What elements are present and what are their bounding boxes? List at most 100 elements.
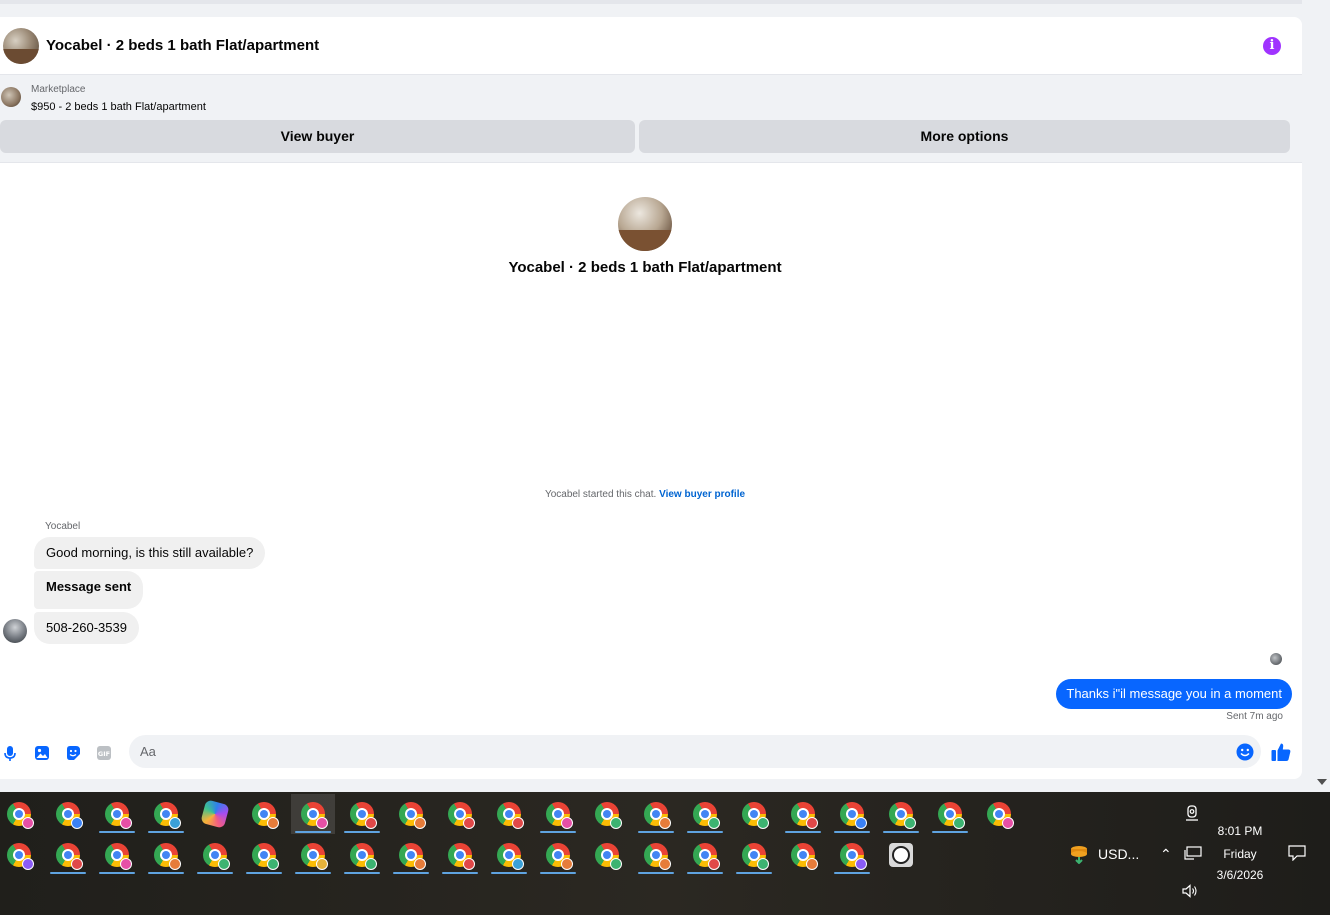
- info-icon[interactable]: i: [1263, 37, 1281, 55]
- profile-badge-icon: [365, 817, 377, 829]
- taskbar-chrome-profile[interactable]: [438, 835, 482, 875]
- sent-status: Sent 7m ago: [1226, 711, 1283, 722]
- copilot-icon: [200, 799, 230, 829]
- taskbar-chrome-profile[interactable]: [732, 794, 776, 834]
- like-icon[interactable]: [1270, 741, 1292, 763]
- profile-badge-icon: [169, 817, 181, 829]
- taskbar-chrome-profile[interactable]: [977, 794, 1021, 834]
- profile-badge-icon: [610, 858, 622, 870]
- running-indicator: [246, 872, 282, 874]
- profile-badge-icon: [855, 817, 867, 829]
- taskbar-chrome-profile[interactable]: [487, 794, 531, 834]
- emoji-icon[interactable]: [1236, 743, 1254, 761]
- taskbar-chrome-profile[interactable]: [683, 835, 727, 875]
- taskbar-chrome-profile[interactable]: [536, 794, 580, 834]
- profile-badge-icon: [71, 817, 83, 829]
- profile-badge-icon: [708, 817, 720, 829]
- chrome-icon: [693, 843, 720, 870]
- mic-icon[interactable]: [2, 745, 18, 761]
- taskbar-chrome-profile[interactable]: [193, 835, 237, 875]
- taskbar-clock-app[interactable]: [879, 835, 923, 875]
- taskbar-chrome-profile[interactable]: [291, 835, 335, 875]
- taskbar-chrome-profile[interactable]: [144, 794, 188, 834]
- photo-icon[interactable]: [34, 745, 50, 761]
- volume-icon[interactable]: [1182, 884, 1198, 898]
- taskbar-copilot-app[interactable]: [193, 794, 237, 834]
- scroll-down-arrow[interactable]: [1317, 779, 1327, 785]
- profile-badge-icon: [316, 817, 328, 829]
- taskbar-chrome-profile[interactable]: [487, 835, 531, 875]
- view-buyer-profile-link[interactable]: View buyer profile: [659, 489, 745, 500]
- taskbar-chrome-profile[interactable]: [95, 794, 139, 834]
- profile-badge-icon: [120, 858, 132, 870]
- taskbar-chrome-profile[interactable]: [585, 835, 629, 875]
- camera-in-use-icon[interactable]: [1185, 805, 1199, 821]
- taskbar-chrome-profile[interactable]: [536, 835, 580, 875]
- taskbar-chrome-profile[interactable]: [0, 794, 41, 834]
- running-indicator: [197, 872, 233, 874]
- taskbar-chrome-profile[interactable]: [830, 794, 874, 834]
- conversation-avatar[interactable]: [3, 27, 39, 64]
- profile-badge-icon: [512, 858, 524, 870]
- taskbar-chrome-profile[interactable]: [781, 835, 825, 875]
- taskbar-chrome-profile[interactable]: [781, 794, 825, 834]
- taskbar-chrome-profile[interactable]: [340, 835, 384, 875]
- chrome-icon: [791, 843, 818, 870]
- conversation-title[interactable]: Yocabel · 2 beds 1 bath Flat/apartment: [46, 37, 319, 54]
- chat-header: Yocabel · 2 beds 1 bath Flat/apartment i: [0, 17, 1302, 75]
- taskbar-chrome-profile[interactable]: [389, 794, 433, 834]
- chrome-icon: [693, 802, 720, 829]
- running-indicator: [785, 831, 821, 833]
- taskbar-chrome-profile[interactable]: [634, 835, 678, 875]
- taskbar-chrome-profile[interactable]: [683, 794, 727, 834]
- taskbar-chrome-profile[interactable]: [291, 794, 335, 834]
- taskbar-chrome-profile[interactable]: [95, 835, 139, 875]
- incoming-message[interactable]: Message sent: [34, 571, 144, 609]
- taskbar-chrome-profile[interactable]: [46, 835, 90, 875]
- taskbar-chrome-profile[interactable]: [242, 794, 286, 834]
- running-indicator: [148, 872, 184, 874]
- profile-badge-icon: [708, 858, 720, 870]
- taskbar-chrome-profile[interactable]: [340, 794, 384, 834]
- clock-time[interactable]: 8:01 PM: [1210, 824, 1270, 838]
- taskbar-chrome-profile[interactable]: [830, 835, 874, 875]
- sender-name: Yocabel: [45, 521, 81, 532]
- incoming-message[interactable]: Good morning, is this still available?: [34, 537, 266, 569]
- taskbar-chrome-profile[interactable]: [879, 794, 923, 834]
- taskbar-chrome-profile[interactable]: [46, 794, 90, 834]
- currency-ticker-label[interactable]: USD...: [1098, 846, 1139, 862]
- taskbar-chrome-profile[interactable]: [928, 794, 972, 834]
- running-indicator: [344, 831, 380, 833]
- buyer-avatar[interactable]: [3, 619, 27, 643]
- message-input[interactable]: [129, 735, 1261, 768]
- taskbar-chrome-profile[interactable]: [634, 794, 678, 834]
- currency-ticker-icon[interactable]: [1068, 844, 1090, 864]
- more-options-button[interactable]: More options: [639, 120, 1290, 153]
- listing-thumbnail[interactable]: [1, 87, 21, 107]
- chrome-icon: [448, 802, 475, 829]
- profile-badge-icon: [22, 817, 34, 829]
- notifications-icon[interactable]: [1288, 845, 1306, 861]
- view-buyer-button[interactable]: View buyer: [0, 120, 635, 153]
- listing-title[interactable]: $950 - 2 beds 1 bath Flat/apartment: [31, 101, 206, 113]
- taskbar-chrome-profile[interactable]: [389, 835, 433, 875]
- clock-day[interactable]: Friday: [1210, 847, 1270, 861]
- taskbar-chrome-profile[interactable]: [242, 835, 286, 875]
- network-icon[interactable]: [1184, 846, 1202, 860]
- taskbar-chrome-profile[interactable]: [438, 794, 482, 834]
- intro-avatar[interactable]: [618, 197, 672, 251]
- taskbar-chrome-profile[interactable]: [0, 835, 41, 875]
- sticker-icon[interactable]: [65, 745, 81, 761]
- chrome-icon: [399, 843, 426, 870]
- taskbar-chrome-profile[interactable]: [144, 835, 188, 875]
- taskbar-chrome-profile[interactable]: [585, 794, 629, 834]
- outgoing-message[interactable]: Thanks i"il message you in a moment: [1056, 679, 1292, 709]
- clock-date[interactable]: 3/6/2026: [1210, 868, 1270, 882]
- taskbar-chrome-profile[interactable]: [732, 835, 776, 875]
- show-hidden-icons-chevron-icon[interactable]: ⌃: [1160, 846, 1172, 863]
- profile-badge-icon: [904, 817, 916, 829]
- seen-receipt-avatar: [1270, 653, 1282, 665]
- incoming-message[interactable]: 508-260-3539: [34, 612, 139, 644]
- chrome-icon: [105, 802, 132, 829]
- gif-icon[interactable]: GIF: [96, 745, 112, 761]
